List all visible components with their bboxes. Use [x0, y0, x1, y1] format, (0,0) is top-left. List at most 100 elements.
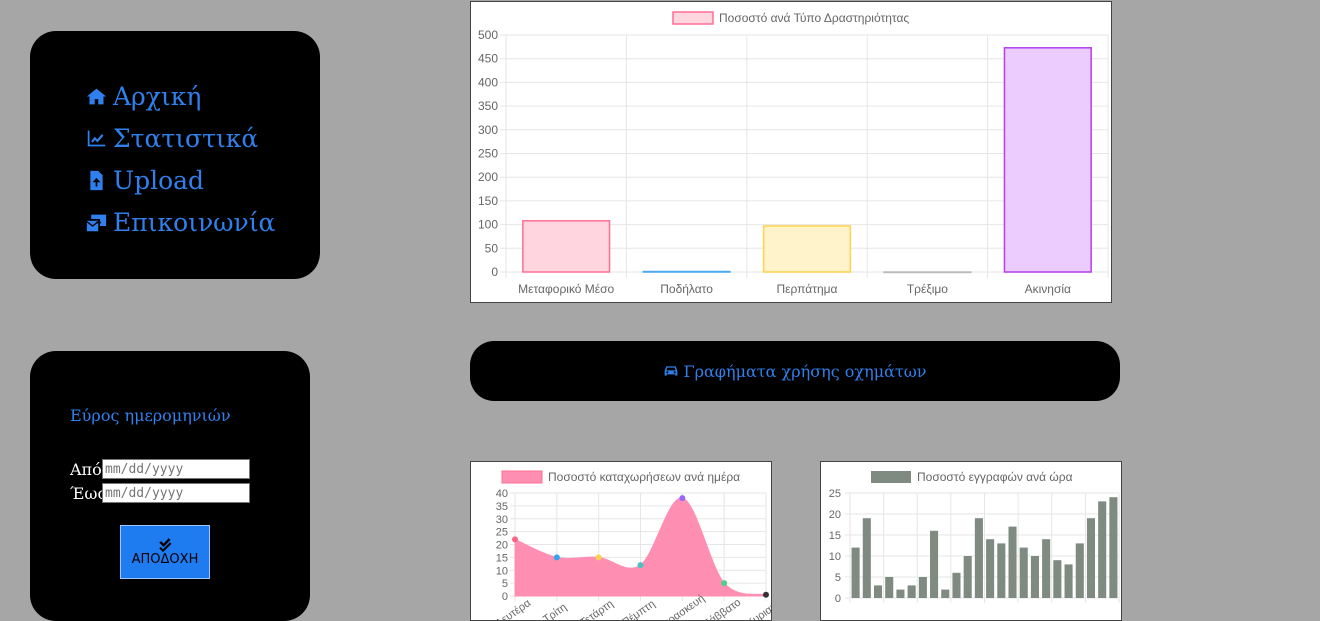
y-tick-label: 30	[496, 514, 508, 526]
activity-type-chart: Ποσοστό ανά Τύπο Δραστηριότητας 0 50 100 150…	[470, 1, 1112, 303]
y-tick-label: 35	[496, 501, 508, 513]
double-check-icon	[158, 538, 171, 552]
y-tick-label: 15	[496, 552, 508, 564]
y-tick-label: 10	[496, 565, 508, 577]
x-tick-label: Κυριακή	[744, 597, 771, 620]
x-tick-label: Περπάτημα	[777, 282, 838, 296]
bar	[1003, 47, 1092, 273]
bar	[907, 585, 916, 598]
date-from-input[interactable]	[102, 459, 250, 479]
y-tick-label: 0	[491, 265, 498, 279]
x-tick-label: Ακινησία	[1025, 282, 1071, 296]
legend-label: Ποσοστό εγγραφών ανά ώρα	[917, 470, 1073, 484]
bar	[1064, 564, 1073, 598]
legend-swatch	[672, 11, 714, 25]
bar	[941, 589, 950, 598]
y-tick-label: 20	[496, 540, 508, 552]
mail-bulk-icon	[86, 214, 107, 231]
bar	[522, 220, 611, 273]
x-tick-label: Τρίτη	[541, 601, 569, 620]
vehicle-charts-label: Γραφήματα χρήσης οχημάτων	[683, 361, 927, 381]
x-tick-label: Σάββατο	[702, 596, 744, 620]
bar	[762, 225, 852, 273]
bar	[885, 577, 894, 598]
navigation-panel: Αρχική Στατιστικά Upload Επικοινωνία	[30, 31, 320, 279]
x-tick-label: Ποδήλατο	[660, 282, 713, 296]
bar	[1109, 497, 1118, 598]
y-tick-label: 5	[502, 578, 508, 590]
bar	[1075, 543, 1084, 598]
nav-list: Αρχική Στατιστικά Upload Επικοινωνία	[86, 75, 275, 243]
vehicle-charts-button[interactable]: Γραφήματα χρήσης οχημάτων	[470, 341, 1120, 401]
legend-label: Ποσοστό ανά Τύπο Δραστηριότητας	[719, 11, 909, 25]
bar	[642, 270, 731, 273]
y-tick-label: 0	[502, 591, 508, 603]
data-point	[553, 554, 560, 561]
bar	[963, 556, 972, 598]
nav-item-label: Στατιστικά	[113, 123, 259, 153]
y-tick-label: 400	[478, 75, 498, 89]
y-tick-label: 300	[478, 123, 498, 137]
bar	[851, 547, 860, 598]
date-from-row: Από	[70, 459, 250, 479]
x-tick-label: Μεταφορικό Μέσο	[518, 282, 614, 296]
nav-item-label: Αρχική	[113, 81, 202, 111]
data-point	[763, 591, 769, 598]
y-tick-label: 350	[478, 99, 498, 113]
nav-item-home[interactable]: Αρχική	[86, 75, 275, 117]
entries-per-day-chart: Ποσοστό καταχωρήσεων ανά ημέρα 0 5 10 15 20 25…	[470, 461, 772, 621]
bar	[1042, 539, 1051, 598]
date-to-input[interactable]	[102, 483, 250, 503]
bar	[1098, 501, 1107, 598]
records-per-hour-chart: Ποσοστό εγγραφών ανά ώρα 0 5 10 15 20 25	[820, 461, 1122, 621]
date-range-title: Εύρος ημερομηνιών	[70, 406, 231, 425]
x-tick-label: Τετάρτη	[578, 598, 616, 620]
activity-type-chart-svg: Ποσοστό ανά Τύπο Δραστηριότητας 0 50 100 150…	[478, 11, 1109, 296]
accept-button[interactable]: ΑΠΟΔΟΧΗ	[120, 525, 210, 579]
nav-item-label: Upload	[113, 165, 205, 195]
bar	[930, 530, 939, 598]
bar	[918, 577, 927, 598]
y-tick-label: 500	[478, 28, 498, 42]
nav-item-upload[interactable]: Upload	[86, 159, 275, 201]
records-per-hour-chart-svg: Ποσοστό εγγραφών ανά ώρα 0 5 10 15 20 25	[829, 470, 1120, 605]
bar	[1008, 526, 1017, 598]
car-icon	[665, 366, 678, 376]
bar	[986, 539, 995, 598]
y-tick-label: 20	[829, 509, 841, 521]
nav-item-contact[interactable]: Επικοινωνία	[86, 201, 275, 243]
legend-label: Ποσοστό καταχωρήσεων ανά ημέρα	[548, 470, 740, 484]
bar	[974, 518, 983, 598]
nav-item-statistics[interactable]: Στατιστικά	[86, 117, 275, 159]
y-tick-label: 100	[478, 218, 498, 232]
y-tick-label: 200	[478, 170, 498, 184]
y-tick-label: 10	[829, 551, 841, 563]
bar	[1086, 518, 1096, 598]
x-tick-label: Δευτέρα	[493, 597, 533, 620]
bar	[1053, 560, 1062, 598]
data-point	[595, 554, 602, 561]
bar	[1019, 547, 1028, 598]
x-tick-label: Παρασκευή	[654, 592, 707, 620]
data-point	[679, 495, 686, 502]
x-tick-label: Πέμπτη	[620, 598, 657, 620]
y-tick-label: 250	[478, 147, 498, 161]
y-tick-label: 25	[829, 488, 841, 500]
y-tick-label: 5	[835, 572, 841, 584]
y-tick-label: 15	[829, 530, 841, 542]
bar	[896, 589, 905, 598]
date-from-label: Από	[70, 459, 102, 479]
bar	[952, 572, 961, 598]
file-upload-icon	[90, 170, 103, 190]
date-to-label: Έως	[70, 483, 107, 503]
data-point	[512, 536, 518, 543]
bar	[883, 271, 972, 274]
x-tick-label: Τρέξιμο	[907, 282, 948, 296]
bar	[862, 518, 871, 598]
line-chart-icon	[87, 130, 106, 146]
date-to-row: Έως	[70, 483, 250, 503]
accept-button-label: ΑΠΟΔΟΧΗ	[131, 552, 199, 567]
y-tick-label: 40	[496, 488, 508, 500]
y-tick-label: 150	[478, 194, 498, 208]
home-icon	[86, 88, 107, 104]
